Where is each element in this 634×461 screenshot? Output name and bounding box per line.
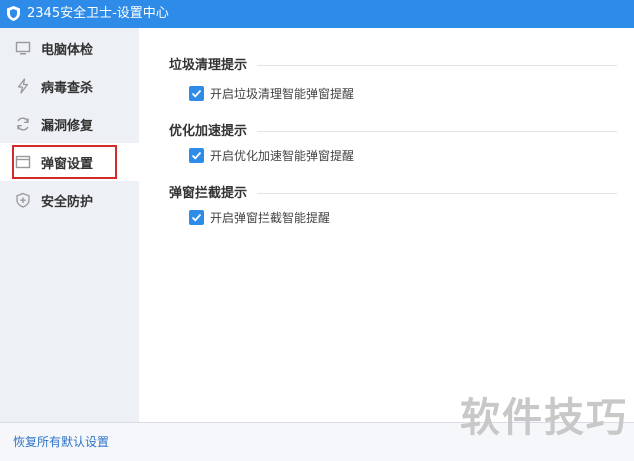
window-icon [15,154,31,170]
monitor-icon [15,40,31,56]
sidebar-item-popup-settings[interactable]: 弹窗设置 [0,143,139,181]
section-title-popup-block: 弹窗拦截提示 [169,186,248,201]
popup-block-popup-checkbox[interactable]: 开启弹窗拦截智能提醒 [189,209,330,226]
section-title-junk-cleanup: 垃圾清理提示 [169,58,248,73]
lightning-icon [15,78,31,94]
junk-cleanup-popup-checkbox[interactable]: 开启垃圾清理智能弹窗提醒 [189,85,354,102]
section-title-optimize-speed: 优化加速提示 [169,124,248,139]
window-title: 2345安全卫士-设置中心 [27,6,169,21]
checkbox-checked-icon[interactable] [189,86,204,101]
section-divider [257,65,617,66]
checkbox-checked-icon[interactable] [189,148,204,163]
sidebar-item-label: 电脑体检 [41,42,94,58]
restore-defaults-link[interactable]: 恢复所有默认设置 [13,423,109,461]
sidebar: 电脑体检 病毒查杀 漏洞修复 弹窗设置 安全防护 [0,28,139,422]
refresh-icon [15,116,31,132]
sidebar-item-pc-checkup[interactable]: 电脑体检 [0,29,139,67]
sidebar-item-virus-scan[interactable]: 病毒查杀 [0,67,139,105]
checkbox-label: 开启优化加速智能弹窗提醒 [210,149,355,163]
section-divider [257,193,617,194]
sidebar-item-security-protection[interactable]: 安全防护 [0,181,139,219]
sidebar-item-label: 病毒查杀 [41,80,94,96]
watermark: 软件技巧 [460,395,628,441]
shield-plus-icon [15,192,31,208]
checkbox-checked-icon[interactable] [189,210,204,225]
sidebar-item-label: 弹窗设置 [41,156,94,172]
sidebar-item-vuln-repair[interactable]: 漏洞修复 [0,105,139,143]
optimize-speed-popup-checkbox[interactable]: 开启优化加速智能弹窗提醒 [189,147,354,164]
settings-panel: 垃圾清理提示 开启垃圾清理智能弹窗提醒 优化加速提示 开启优化加速智能弹窗提醒 … [139,28,634,422]
sidebar-item-label: 漏洞修复 [41,118,94,134]
section-divider [257,131,617,132]
checkbox-label: 开启垃圾清理智能弹窗提醒 [210,87,355,101]
title-bar: 2345安全卫士-设置中心 [0,0,634,28]
checkbox-label: 开启弹窗拦截智能提醒 [210,211,331,225]
app-shield-logo-icon [7,6,20,21]
sidebar-item-label: 安全防护 [41,194,94,210]
